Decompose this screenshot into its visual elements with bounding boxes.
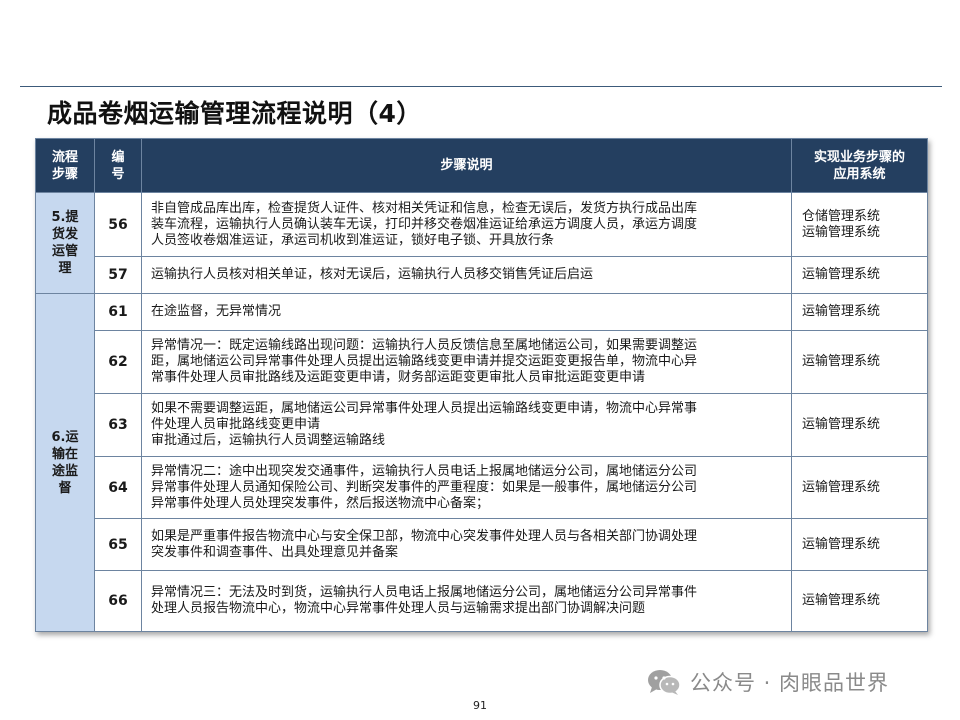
system-name: 仓储管理系统	[802, 208, 881, 224]
header-stage: 流程 步骤	[35, 138, 95, 193]
watermark: 公众号 · 肉眼品世界	[646, 668, 889, 696]
stage-label-line: 运管	[51, 244, 78, 259]
description-line: 处理人员报告物流中心，物流中心异常事件处理人员与运输需求提出部门协调解决问题	[151, 601, 646, 616]
step-number: 64	[94, 456, 142, 519]
description-line: 异常情况二：途中出现突发交通事件，运输执行人员电话上报属地储运分公司，属地储运分…	[151, 463, 698, 479]
system-name: 运输管理系统	[802, 267, 881, 282]
table-row: 62 异常情况一：既定运输线路出现问题：运输执行人员反馈信息至属地储运公司，如果需…	[36, 330, 928, 394]
description-line: 如果不需要调整运距，属地储运公司异常事件处理人员提出运输路线变更申请，物流中心异…	[151, 401, 698, 416]
header-description-line: 步骤说明	[440, 158, 493, 173]
description-line: 运输执行人员核对相关单证，核对无误后，运输执行人员移交销售凭证后启运	[151, 267, 594, 282]
description-line: 如果是严重事件报告物流中心与安全保卫部，物流中心突发事件处理人员与各相关部门协调…	[151, 528, 698, 544]
description-line: 异常事件处理人员通知保险公司、判断突发事件的严重程度：如果是一般事件，属地储运分…	[151, 479, 698, 495]
step-description: 如果是严重事件报告物流中心与安全保卫部，物流中心突发事件处理人员与各相关部门协调…	[141, 518, 792, 571]
wechat-icon	[648, 670, 681, 695]
description-line: 距，属地储运公司异常事件处理人员提出运输路线变更申请并提交运距变更报告单，物流中…	[151, 354, 698, 369]
application-system: 运输管理系统	[791, 293, 928, 331]
table-row: 64 异常情况二：途中出现突发交通事件，运输执行人员电话上报属地储运分公司，属地储…	[36, 456, 928, 519]
description-line: 非自管成品库出库，检查提货人证件、核对相关凭证和信息，检查无误后，发货方执行成品…	[151, 200, 698, 216]
application-system: 仓储管理系统 运输管理系统	[791, 192, 928, 257]
application-system: 运输管理系统	[791, 518, 928, 571]
description-line: 异常情况三：无法及时到货，运输执行人员电话上报属地储运分公司，属地储运分公司异常…	[151, 585, 698, 600]
system-name: 运输管理系统	[802, 417, 881, 432]
table-header-row: 流程 步骤 编 号 步骤说明 实现业务步骤的 应用系统	[35, 138, 928, 193]
description-line: 异常事件处理人员处理突发事件，然后报送物流中心备案；	[151, 495, 490, 511]
step-number: 66	[94, 570, 142, 632]
header-description: 步骤说明	[141, 138, 792, 193]
step-number: 65	[94, 518, 142, 571]
description-line: 审批通过后，运输执行人员调整运输路线	[151, 433, 386, 448]
header-number: 编 号	[94, 138, 142, 193]
step-number: 56	[94, 192, 142, 257]
watermark-text: 公众号 · 肉眼品世界	[690, 671, 890, 695]
header-system-line: 实现业务步骤的	[813, 149, 905, 165]
page-title: 成品卷烟运输管理流程说明（4）	[47, 99, 422, 128]
page-number: 91	[473, 699, 487, 712]
table-row: 5.提 货发 运管理 56 非自管成品库出库，检查提货人证件、核对相关凭证和信息，检查无…	[35, 192, 928, 294]
top-rule	[20, 86, 942, 87]
stage-cell: 6.运 输在 途监督	[35, 293, 95, 632]
application-system: 运输管理系统	[791, 570, 928, 632]
step-description: 如果不需要调整运距，属地储运公司异常事件处理人员提出运输路线变更申请，物流中心异…	[141, 393, 792, 457]
application-system: 运输管理系统	[791, 393, 928, 457]
step-description: 异常情况三：无法及时到货，运输执行人员电话上报属地储运分公司，属地储运分公司异常…	[141, 570, 792, 632]
step-description: 异常情况一：既定运输线路出现问题：运输执行人员反馈信息至属地储运公司，如果需要调…	[141, 330, 792, 394]
header-stage-line: 流程	[51, 149, 78, 165]
stage-label-line: 理	[58, 261, 72, 276]
stage-label-line: 督	[58, 480, 72, 496]
table-row: 65 如果是严重事件报告物流中心与安全保卫部，物流中心突发事件处理人员与各相关部门…	[36, 518, 928, 571]
description-line: 件处理人员审批路线变更申请	[151, 417, 321, 432]
stage-label-line: 6.运	[51, 429, 79, 445]
header-system: 实现业务步骤的 应用系统	[791, 138, 928, 193]
table-row: 57 运输执行人员核对相关单证，核对无误后，运输执行人员移交销售凭证后启运 运输管理…	[36, 256, 928, 294]
description-line: 异常情况一：既定运输线路出现问题：运输执行人员反馈信息至属地储运公司，如果需要调…	[151, 338, 698, 353]
table-row: 63 如果不需要调整运距，属地储运公司异常事件处理人员提出运输路线变更申请，物流中…	[36, 393, 928, 457]
description-line: 突发事件和调查事件、出具处理意见并备案	[151, 544, 399, 560]
step-description: 异常情况二：途中出现突发交通事件，运输执行人员电话上报属地储运分公司，属地储运分…	[141, 456, 792, 519]
application-system: 运输管理系统	[791, 330, 928, 394]
step-description: 在途监督，无异常情况	[141, 293, 792, 331]
stage-label-line: 途监	[51, 463, 78, 479]
description-line: 常事件处理人员审批路线及运距变更申请，财务部运距变更审批人员审批运距变更申请	[151, 370, 646, 385]
step-description: 运输执行人员核对相关单证，核对无误后，运输执行人员移交销售凭证后启运	[141, 256, 792, 294]
process-table: 流程 步骤 编 号 步骤说明 实现业务步骤的 应用系统 5.提 货发 运管理 56 非自…	[35, 138, 928, 632]
description-line: 装车流程，运输执行人员确认装车无误，打印并移交卷烟准运证给承运方调度人员，承运方…	[151, 216, 698, 232]
description-line: 人员签收卷烟准运证，承运司机收到准运证，锁好电子锁、开具放行条	[151, 232, 555, 248]
stage-cell: 5.提货发运管理	[35, 192, 95, 294]
header-system-line: 应用系统	[833, 166, 886, 182]
stage-label-line: 5.提	[51, 210, 79, 225]
table-row: 66 异常情况三：无法及时到货，运输执行人员电话上报属地储运分公司，属地储运分公司…	[36, 570, 928, 632]
system-name: 运输管理系统	[802, 304, 881, 319]
application-system: 运输管理系统	[791, 256, 928, 294]
system-name: 运输管理系统	[802, 536, 881, 552]
step-number: 61	[94, 293, 142, 331]
step-number: 62	[94, 330, 142, 394]
step-number: 63	[94, 393, 142, 457]
table-row: 6.运 输在 途监督 61 在途监督，无异常情况 运输管理系统	[35, 293, 928, 632]
system-name: 运输管理系统	[802, 354, 881, 369]
stage-label-line: 输在	[51, 446, 78, 462]
header-stage-line: 步骤	[51, 166, 78, 182]
application-system: 运输管理系统	[791, 456, 928, 519]
description-line: 在途监督，无异常情况	[151, 304, 282, 319]
table-body: 5.提 货发 运管理 56 非自管成品库出库，检查提货人证件、核对相关凭证和信息，检查无…	[35, 192, 928, 632]
stage-label-line: 货发	[51, 227, 78, 242]
system-name: 运输管理系统	[802, 224, 881, 240]
step-description: 非自管成品库出库，检查提货人证件、核对相关凭证和信息，检查无误后，发货方执行成品…	[141, 192, 792, 257]
header-number-line: 号	[111, 166, 125, 182]
system-name: 运输管理系统	[802, 593, 881, 608]
step-number: 57	[94, 256, 142, 294]
system-name: 运输管理系统	[802, 479, 881, 495]
process-table-container: 流程 步骤 编 号 步骤说明 实现业务步骤的 应用系统 5.提 货发 运管理 56 非自…	[35, 138, 928, 632]
header-number-line: 编	[111, 149, 125, 165]
